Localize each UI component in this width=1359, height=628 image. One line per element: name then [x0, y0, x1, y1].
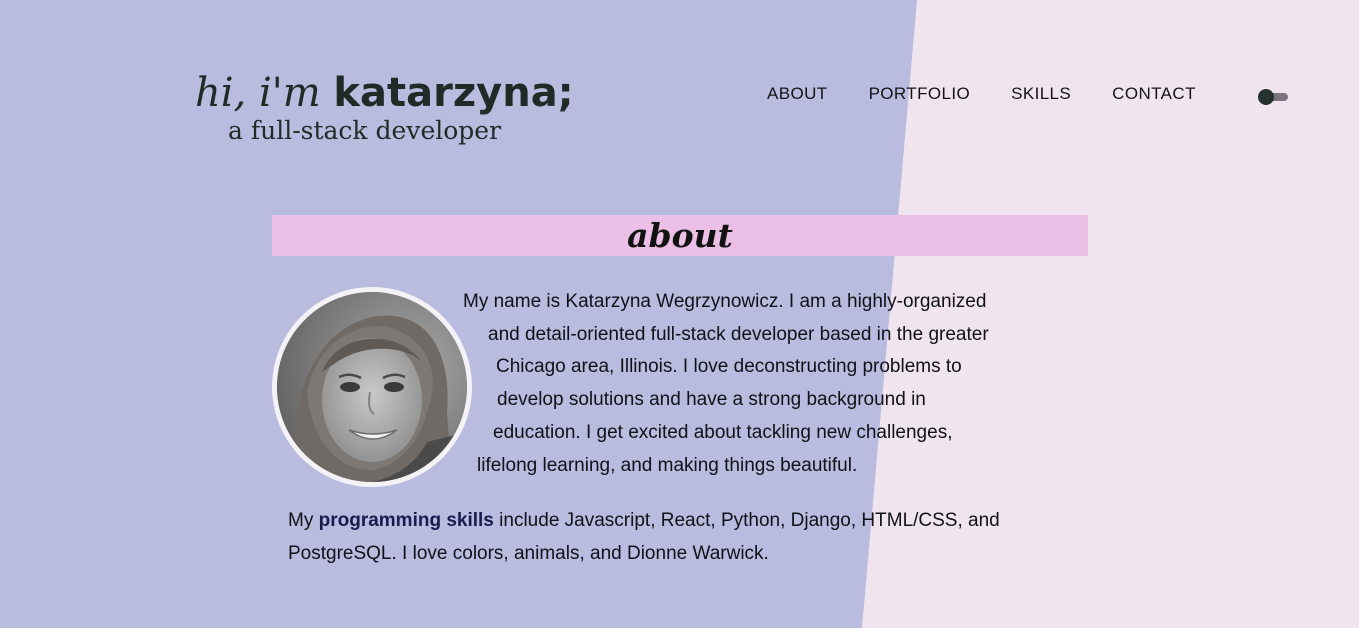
nav-item-portfolio[interactable]: PORTFOLIO [869, 84, 971, 104]
skills-prefix: My [288, 510, 314, 531]
about-title-text: about [627, 216, 733, 255]
site-header: hi, i'm katarzyna; a full-stack develope… [0, 0, 1359, 160]
about-section-title: about [272, 215, 1088, 256]
brand-title: hi, i'm katarzyna; [195, 68, 574, 118]
brand-tagline: a full-stack developer [228, 116, 502, 145]
theme-toggle[interactable] [1258, 89, 1289, 105]
brand-greeting: hi, i'm [195, 70, 321, 116]
about-line-6: lifelong learning, and making things bea… [477, 455, 858, 476]
profile-photo [277, 292, 467, 482]
about-line-2: and detail-oriented full-stack developer… [488, 324, 989, 345]
about-line-3: Chicago area, Illinois. I love deconstru… [496, 356, 962, 377]
nav-item-contact[interactable]: CONTACT [1112, 84, 1196, 104]
about-line-4: develop solutions and have a strong back… [497, 389, 926, 410]
skills-emphasis: programming skills [318, 510, 494, 531]
avatar [272, 287, 472, 487]
nav-item-about[interactable]: ABOUT [767, 84, 828, 104]
main-nav: ABOUT PORTFOLIO SKILLS CONTACT [767, 84, 1237, 104]
skills-paragraph: My programming skills include Javascript… [288, 505, 1078, 570]
about-line-5: education. I get excited about tackling … [493, 422, 953, 443]
toggle-knob [1258, 89, 1274, 105]
brand[interactable]: hi, i'm katarzyna; a full-stack develope… [195, 68, 574, 145]
profile-photo-icon [277, 292, 467, 482]
about-line-1: My name is Katarzyna Wegrzynowicz. I am … [463, 291, 987, 312]
brand-name: katarzyna; [333, 70, 574, 116]
nav-item-skills[interactable]: SKILLS [1011, 84, 1071, 104]
